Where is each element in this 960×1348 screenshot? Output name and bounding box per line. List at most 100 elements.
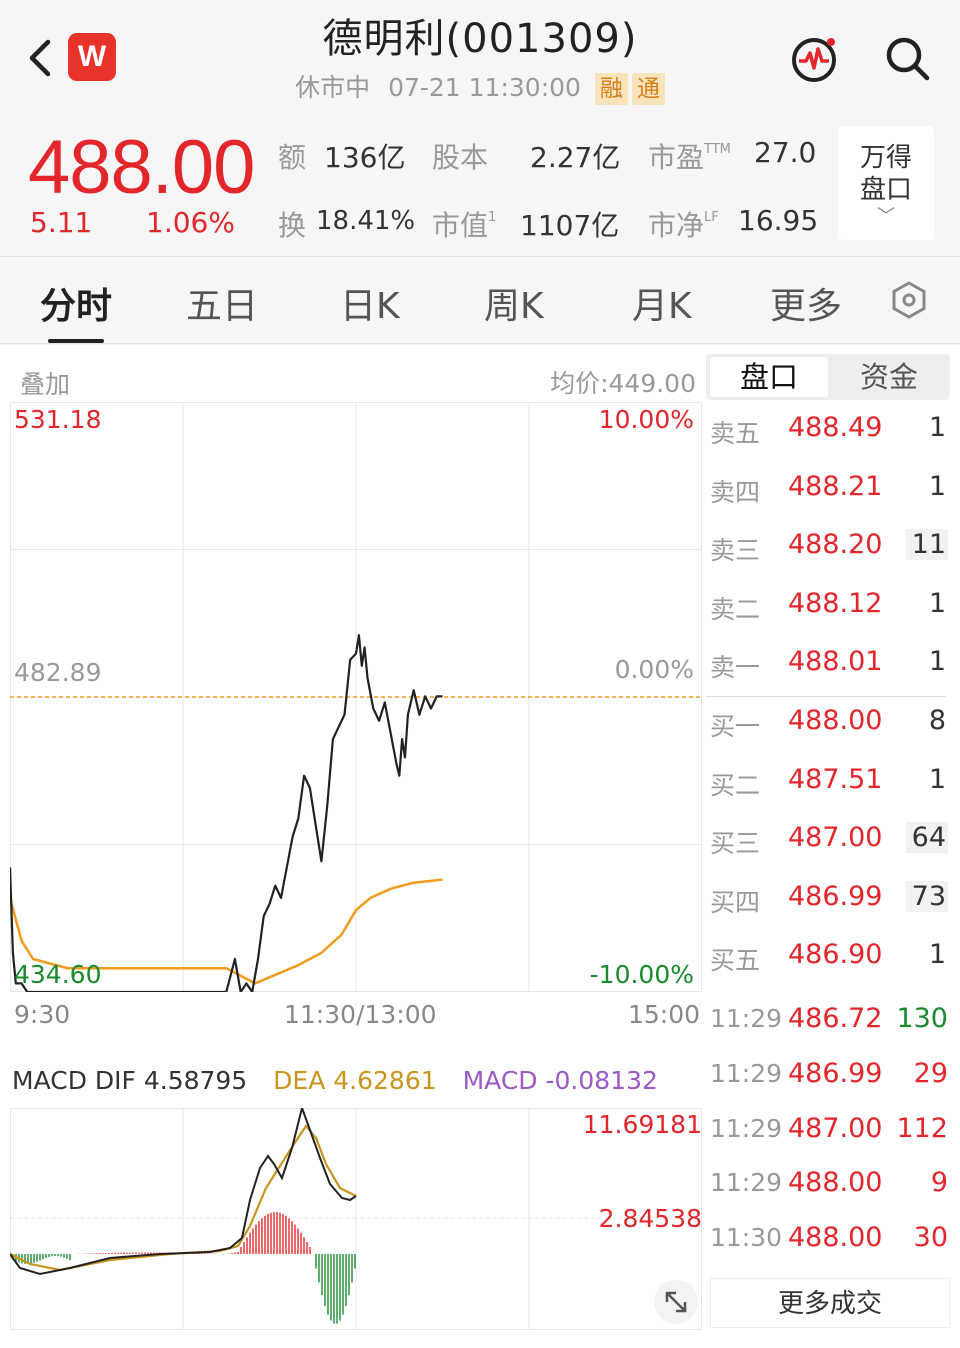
bid-level-row[interactable]: 买二 487.51 1 (706, 754, 950, 812)
bid-level-row[interactable]: 买五 486.90 1 (706, 929, 950, 987)
stat-turnover-rate: 18.41% (316, 206, 416, 236)
stat-label-pb: 市净LF (648, 209, 719, 242)
level-price: 488.49 (788, 412, 883, 443)
price-change: 5.11 (30, 206, 93, 239)
trade-time: 11:29 (710, 1113, 783, 1143)
pct-axis-mid-label: 0.00% (614, 655, 694, 684)
level-label: 卖四 (710, 477, 761, 507)
level-price: 488.20 (788, 529, 883, 561)
bid-level-row[interactable]: 买四 486.99 73 (706, 871, 950, 929)
level-label: 买三 (710, 829, 761, 859)
ask-level-row[interactable]: 卖四 488.21 1 (706, 461, 950, 519)
more-trades-button[interactable]: 更多成交 (710, 1278, 950, 1328)
level-label: 卖五 (710, 419, 761, 448)
time-axis-mid: 11:30/13:00 (284, 1000, 437, 1029)
trade-time: 11:30 (710, 1223, 783, 1253)
macd-dif-label: MACD DIF 4.58795 (12, 1066, 248, 1095)
stat-label-market-cap: 市值1 (432, 209, 497, 242)
market-status: 休市中 (295, 73, 371, 102)
macd-value-label: MACD -0.08132 (462, 1066, 658, 1095)
quote-summary: 488.00 5.11 1.06% 额 136亿 股本 2.27亿 市盈TTM … (0, 118, 960, 254)
chart-series (10, 634, 443, 992)
tab-five-day[interactable]: 五日 (186, 277, 258, 329)
trade-volume: 130 (896, 1003, 948, 1034)
stat-label-turnover-amount: 额 (278, 141, 307, 174)
stat-turnover-amount: 136亿 (324, 141, 406, 174)
level-price: 487.51 (788, 763, 883, 795)
trade-time: 11:29 (710, 1168, 783, 1198)
level-volume: 64 (905, 822, 948, 854)
level-label: 买一 (710, 712, 761, 741)
time-axis-end: 15:00 (627, 1000, 700, 1029)
stat-pb: 16.95 (738, 204, 819, 237)
level-price: 486.99 (788, 880, 883, 912)
ask-level-row[interactable]: 卖五 488.49 1 (706, 402, 950, 460)
stat-label-turnover-rate: 换 (278, 209, 307, 242)
tab-intraday[interactable]: 分时 (40, 277, 112, 329)
wind-order-book-button[interactable]: 万得 盘口 ﹀ (838, 126, 934, 240)
ask-level-row[interactable]: 卖三 488.20 11 (706, 519, 950, 577)
macd-dea-label: DEA 4.62861 (273, 1066, 437, 1095)
live-pulse-icon[interactable] (788, 33, 840, 85)
settings-hexagon-icon[interactable] (888, 279, 930, 321)
stat-share-capital: 2.27亿 (530, 141, 621, 174)
price-change-pct: 1.06% (146, 206, 235, 239)
header: W 德明利(001309) 休市中 07-21 11:30:00 融通 (0, 0, 960, 118)
tab-weekly-k[interactable]: 周K (484, 277, 544, 329)
ask-level-row[interactable]: 卖一 488.01 1 (706, 636, 950, 694)
stat-label-pe: 市盈TTM (648, 141, 731, 174)
expand-icon[interactable] (654, 1280, 698, 1324)
trade-volume: 9 (930, 1167, 948, 1199)
trade-time: 11:29 (710, 1004, 783, 1033)
tab-capital-flow[interactable]: 资金 (830, 357, 948, 397)
trade-price: 486.72 (788, 1003, 883, 1034)
trade-price: 487.00 (788, 1112, 883, 1144)
bid-level-row[interactable]: 买三 487.00 64 (706, 812, 950, 870)
tab-monthly-k[interactable]: 月K (632, 277, 692, 329)
tab-order-book[interactable]: 盘口 (710, 357, 828, 397)
tab-more[interactable]: 更多 (770, 277, 842, 329)
level-volume: 1 (928, 939, 946, 971)
stat-pe: 27.0 (754, 136, 817, 169)
search-icon[interactable] (882, 33, 932, 83)
macd-y-mid-label: 2.84538 (598, 1204, 702, 1233)
overlay-button[interactable]: 叠加 (20, 365, 70, 401)
level-label: 买五 (710, 946, 761, 976)
last-price: 488.00 (28, 125, 255, 210)
trade-volume: 112 (896, 1112, 948, 1144)
margin-tag: 融 (594, 73, 628, 105)
trade-time: 11:29 (710, 1058, 783, 1088)
level-volume: 1 (928, 470, 946, 502)
y-axis-min-label: 434.60 (14, 960, 102, 989)
chevron-down-icon: ﹀ (877, 206, 895, 227)
ask-level-row[interactable]: 卖二 488.12 1 (706, 578, 950, 636)
price-line (10, 634, 443, 992)
trade-volume: 30 (913, 1222, 948, 1254)
trade-price: 488.00 (788, 1167, 883, 1199)
pct-axis-max-label: 10.00% (598, 405, 694, 434)
macd-histogram (12, 1212, 356, 1324)
intraday-price-chart[interactable] (10, 402, 702, 992)
pct-axis-min-label: -10.00% (589, 960, 694, 989)
level-volume: 1 (928, 412, 946, 443)
y-axis-max-label: 531.18 (14, 405, 102, 434)
connect-tag: 通 (631, 73, 665, 105)
chart-grid (10, 402, 702, 992)
level-label: 卖一 (710, 653, 761, 683)
level-volume: 8 (928, 705, 946, 736)
tab-daily-k[interactable]: 日K (340, 277, 400, 329)
wind-button-line2: 盘口 (859, 175, 912, 205)
bid-level-row[interactable]: 买一 488.00 8 (706, 695, 950, 753)
order-book-divider (706, 696, 946, 697)
level-price: 487.00 (788, 822, 883, 854)
level-volume: 1 (928, 587, 946, 619)
level-price: 488.21 (788, 470, 883, 502)
trade-tick-row: 11:29 488.00 9 (706, 1158, 950, 1212)
quote-datetime: 07-21 11:30:00 (388, 73, 581, 102)
trade-price: 488.00 (788, 1222, 883, 1254)
trade-volume: 29 (913, 1057, 948, 1089)
level-price: 488.00 (788, 705, 883, 736)
order-book-tabs: 盘口 资金 (706, 354, 950, 400)
wind-button-line1: 万得 (859, 143, 912, 173)
macd-y-top-label: 11.69181 (582, 1110, 702, 1139)
